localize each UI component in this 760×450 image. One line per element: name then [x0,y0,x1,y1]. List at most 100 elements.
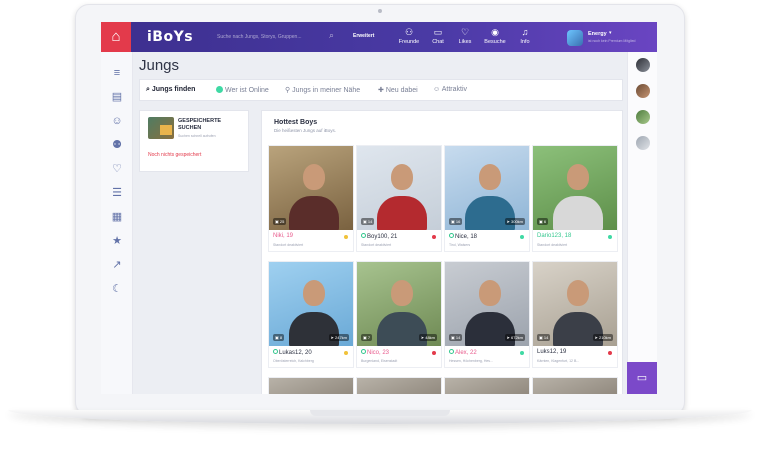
online-status-icon [361,233,366,238]
profile-location: Hessen, Höchenberg, Hes... [449,359,493,363]
profile-name[interactable]: Nico, 23 [361,349,389,356]
profile-name[interactable]: Alex, 22 [449,349,477,356]
saved-searches-empty: Noch nichts gespeichert [148,152,202,158]
tab-label: Neu dabei [385,87,418,94]
home-icon: ⌂ [111,28,121,45]
status-dot-icon [344,235,348,239]
profile-photo[interactable]: ▣ 14 ➤ 210km [533,262,617,346]
moon-icon[interactable]: ☾ [110,282,124,296]
profile-card[interactable]: ▣ 14 ➤ 210km Luks12, 19 Kärnten, Klagenfurt… [532,261,618,368]
profile-name[interactable]: Niki, 19 [273,233,293,239]
profile-photo[interactable]: ▣ 14 [357,146,441,230]
status-dot-icon [520,351,524,355]
chat-icon: ▭ [636,372,648,384]
distance-badge: ➤ 672km [504,334,525,341]
profile-card[interactable] [268,377,354,394]
avatar[interactable] [636,110,650,124]
nav-info[interactable]: ♫ Info [510,26,540,46]
saved-search-icon [148,117,174,139]
profile-card[interactable] [532,377,618,394]
hottest-boys-panel: Hottest Boys Die heißesten Jungs auf iBo… [261,110,623,394]
nav-chat[interactable]: ▭ Chat [423,26,453,46]
profile-card[interactable] [356,377,442,394]
tab-find-boys[interactable]: ⌕ Jungs finden [146,86,195,94]
status-dot-icon [432,235,436,239]
search-icon: ⌕ [146,86,150,93]
add-user-icon: ✚ [378,87,384,94]
chat-icon: ▭ [433,27,443,37]
advanced-search-link[interactable]: Erweitert [353,33,374,39]
tab-attractive[interactable]: ☺ Attraktiv [433,86,467,93]
status-dot-icon [520,235,524,239]
profile-name[interactable]: Lukas12, 20 [273,349,312,356]
photo-count-badge: ▣ 25 [273,218,287,225]
photo-count-badge: ▣ 14 [537,334,551,341]
menu-icon[interactable]: ≡ [110,66,124,80]
photo-count-badge: ▣ 14 [449,334,463,341]
saved-searches-title: GESPEICHERTE SUCHEN [178,118,222,131]
avatar[interactable] [567,30,583,46]
profile-card[interactable]: ▣ 14 ➤ 672km Alex, 22 Hessen, Höchenberg, H… [444,261,530,368]
avatar[interactable] [636,84,650,98]
profile-location: Tirol, Walsers [449,243,471,247]
photo-count-badge: ▣ 16 [449,218,463,225]
chat-button[interactable]: ▭ [627,362,657,394]
tab-bar: ⌕ Jungs finden Wer ist Online ⚲ Jungs in… [139,79,623,101]
profile-card[interactable]: ▣ 8 ➤ 247km Lukas12, 20 Oberösterreich, Kal… [268,261,354,368]
profile-location: Burgenland, Eisenstadt [361,359,398,363]
distance-badge: ➤ 210km [592,334,613,341]
nav-friends[interactable]: ⚇ Freunde [394,26,424,46]
nav-visits[interactable]: ◉ Besuche [480,26,510,46]
laptop-mockup: ⌂ iBoYs Suche nach Jungs, Storys, Gruppe… [0,0,760,450]
nav-label: Freunde [398,39,420,45]
eye-icon: ◉ [491,27,499,37]
search-input[interactable]: Suche nach Jungs, Storys, Gruppen... [213,29,347,45]
profile-name[interactable]: Luks12, 19 [537,349,566,355]
left-sidebar: ≡ ▤ ☺ ⚉ ♡ ☰ ▦ ★ ↗ ☾ [101,52,133,394]
profile-photo[interactable]: ▣ 25 [269,146,353,230]
list-icon[interactable]: ☰ [110,186,124,200]
star-icon[interactable]: ★ [110,234,124,248]
search-icon[interactable]: ⌕ [329,30,334,41]
profile-card[interactable] [444,377,530,394]
tab-who-online[interactable]: Wer ist Online [216,86,269,94]
profile-photo[interactable]: ▣ 8 ➤ 247km [269,262,353,346]
profile-location: Standort deaktiviert [361,243,392,247]
profile-card[interactable]: ▣ 25 Niki, 19 Standort deaktiviert [268,145,354,252]
user-icon[interactable]: ☺ [110,114,124,128]
chevron-down-icon[interactable]: ▾ [609,30,612,36]
online-status-icon [273,349,278,354]
profile-card[interactable]: ▣ 7 ➤ 48km Nico, 23 Burgenland, Eisenstadt [356,261,442,368]
profile-name[interactable]: Boy100, 21 [361,233,397,240]
profile-name[interactable]: Nice, 18 [449,233,477,240]
book-icon[interactable]: ▦ [110,210,124,224]
profile-photo[interactable]: ▣ 14 ➤ 672km [445,262,529,346]
profile-photo[interactable]: ▣ 6 [533,146,617,230]
status-dot-icon [608,351,612,355]
heart-icon: ♡ [460,27,470,37]
nav-likes[interactable]: ♡ Likes [450,26,480,46]
profile-card[interactable]: ▣ 6 Dario123, 18 Standort deaktiviert [532,145,618,252]
tab-nearby[interactable]: ⚲ Jungs in meiner Nähe [285,86,360,94]
profile-name[interactable]: Dario123, 18 [537,233,571,239]
avatar[interactable] [636,136,650,150]
user-name[interactable]: Energy [588,31,607,37]
profile-card[interactable]: ▣ 14 Boy100, 21 Standort deaktiviert [356,145,442,252]
profile-photo[interactable]: ▣ 16 ➤ 300km [445,146,529,230]
group-icon[interactable]: ⚉ [110,138,124,152]
profile-photo[interactable]: ▣ 7 ➤ 48km [357,262,441,346]
profile-location: Standort deaktiviert [273,243,304,247]
tab-new[interactable]: ✚ Neu dabei [378,86,418,94]
id-card-icon[interactable]: ▤ [110,90,124,104]
profile-card[interactable]: ▣ 16 ➤ 300km Nice, 18 Tirol, Walsers [444,145,530,252]
chart-icon[interactable]: ↗ [110,258,124,272]
saved-searches-card[interactable]: GESPEICHERTE SUCHEN Suchen schnell aufru… [139,110,249,172]
heart-icon[interactable]: ♡ [110,162,124,176]
photo-count-badge: ▣ 14 [361,218,375,225]
tab-label: Attraktiv [441,86,468,93]
home-button[interactable]: ⌂ [101,22,131,52]
app-logo[interactable]: iBoYs [147,29,193,45]
profile-location: Oberösterreich, Kalchberg [273,359,314,363]
avatar[interactable] [636,58,650,72]
nav-label: Chat [432,39,444,45]
